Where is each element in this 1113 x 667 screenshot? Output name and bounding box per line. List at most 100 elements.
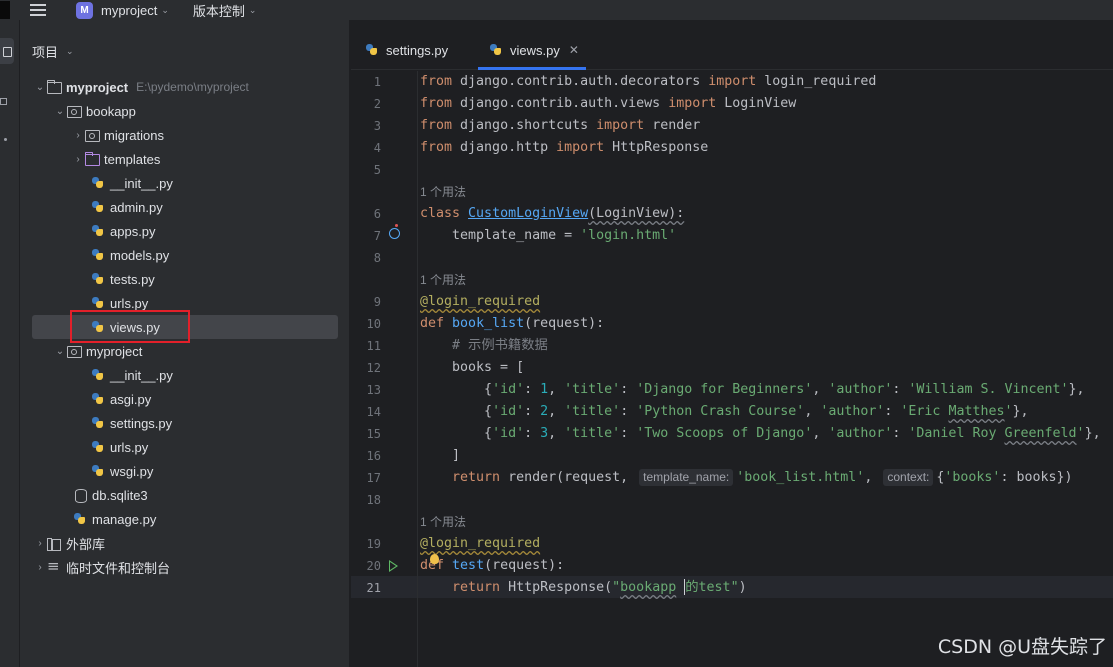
- tree-item-label: bookapp: [86, 103, 136, 119]
- line-number: 4: [373, 141, 381, 155]
- tree-item-file[interactable]: db.sqlite3: [20, 483, 350, 507]
- usage-hint[interactable]: 1 个用法: [420, 269, 466, 291]
- chevron-right-icon[interactable]: ›: [72, 154, 84, 165]
- main-menu-icon[interactable]: [30, 4, 46, 16]
- editor: settings.py views.py ✕ 1 2 3 4 5 6 7 8 9…: [351, 20, 1113, 667]
- python-file-icon: [90, 368, 106, 382]
- code-line[interactable]: {'id': 2, 'title': 'Python Crash Course'…: [420, 401, 1029, 423]
- tree-item-label: __init__.py: [110, 175, 173, 191]
- project-panel-header[interactable]: 项目 ⌄: [32, 42, 74, 61]
- chevron-down-icon[interactable]: ⌄: [54, 346, 66, 357]
- tab-label: settings.py: [386, 42, 449, 58]
- tree-item-external-libraries[interactable]: › 外部库: [20, 531, 350, 555]
- code-line[interactable]: books = [: [420, 357, 524, 379]
- chevron-down-icon[interactable]: ⌄: [249, 5, 257, 16]
- database-icon: [72, 488, 88, 503]
- code-line[interactable]: @login_required: [420, 291, 540, 313]
- tree-item-bookapp[interactable]: ⌄ bookapp: [20, 99, 350, 123]
- code-line[interactable]: # 示例书籍数据: [420, 335, 548, 357]
- editor-tab-bar: settings.py views.py ✕: [351, 20, 1113, 70]
- line-number: 14: [366, 405, 381, 419]
- usage-hint[interactable]: 1 个用法: [420, 181, 466, 203]
- code-line[interactable]: from django.http import HttpResponse: [420, 137, 708, 159]
- code-line[interactable]: {'id': 1, 'title': 'Django for Beginners…: [420, 379, 1085, 401]
- gutter-separator: [417, 71, 418, 667]
- code-line[interactable]: @login_required: [420, 533, 540, 555]
- tab-settings-py[interactable]: settings.py: [364, 38, 448, 62]
- line-number: 13: [366, 383, 381, 397]
- code-line[interactable]: from django.contrib.auth.views import Lo…: [420, 93, 796, 115]
- tree-item-migrations[interactable]: › migrations: [20, 123, 350, 147]
- code-line[interactable]: class CustomLoginView(LoginView):: [420, 203, 684, 225]
- tab-views-py[interactable]: views.py ✕: [488, 38, 579, 62]
- python-file-icon: [90, 224, 106, 238]
- python-file-icon: [90, 464, 106, 478]
- tree-item-file[interactable]: asgi.py: [20, 387, 350, 411]
- line-number: 6: [373, 207, 381, 221]
- folder-icon: [46, 80, 62, 94]
- title-bar: M myproject ⌄ 版本控制 ⌄: [0, 0, 1113, 20]
- run-icon[interactable]: [389, 560, 398, 572]
- structure-tool-icon[interactable]: [0, 98, 7, 105]
- tree-item-label: asgi.py: [110, 391, 152, 407]
- project-switcher[interactable]: myproject: [101, 3, 157, 18]
- line-number: 3: [373, 119, 381, 133]
- package-folder-icon: [66, 104, 82, 118]
- python-file-icon: [90, 392, 106, 406]
- tree-item-file[interactable]: admin.py: [20, 195, 350, 219]
- chevron-down-icon[interactable]: ⌄: [54, 106, 66, 117]
- lightbulb-icon[interactable]: [430, 554, 439, 564]
- tree-item-myproject[interactable]: ⌄ myproject: [20, 339, 350, 363]
- tree-item-file[interactable]: wsgi.py: [20, 459, 350, 483]
- tree-item-file[interactable]: apps.py: [20, 219, 350, 243]
- chevron-right-icon[interactable]: ›: [34, 562, 46, 573]
- line-number: 17: [366, 471, 381, 485]
- tree-item-file[interactable]: tests.py: [20, 267, 350, 291]
- tree-item-scratches[interactable]: › 临时文件和控制台: [20, 555, 350, 579]
- scratches-icon: [46, 557, 62, 575]
- tree-item-label: manage.py: [92, 511, 157, 527]
- tree-item-file[interactable]: __init__.py: [20, 363, 350, 387]
- more-tools-icon[interactable]: [4, 138, 7, 141]
- tree-item-label: wsgi.py: [110, 463, 154, 479]
- code-line-current[interactable]: return HttpResponse("bookapp 的test"): [420, 577, 747, 599]
- line-number: 9: [373, 295, 381, 309]
- python-file-icon: [90, 248, 106, 262]
- code-line[interactable]: from django.contrib.auth.decorators impo…: [420, 71, 876, 93]
- tree-item-root[interactable]: ⌄ myproject E:\pydemo\myproject: [20, 75, 350, 99]
- code-line[interactable]: def test(request):: [420, 555, 564, 577]
- code-line[interactable]: from django.shortcuts import render: [420, 115, 700, 137]
- tree-item-label: urls.py: [110, 295, 149, 311]
- vcs-menu[interactable]: 版本控制: [193, 1, 245, 20]
- chevron-down-icon[interactable]: ⌄: [161, 5, 169, 16]
- tree-item-label: myproject: [66, 79, 129, 95]
- tree-item-label: __init__.py: [110, 367, 173, 383]
- usage-hint[interactable]: 1 个用法: [420, 511, 466, 533]
- code-line[interactable]: def book_list(request):: [420, 313, 604, 335]
- code-line[interactable]: {'id': 3, 'title': 'Two Scoops of Django…: [420, 423, 1101, 445]
- python-file-icon: [90, 440, 106, 454]
- close-icon[interactable]: ✕: [569, 43, 579, 57]
- tree-item-file[interactable]: settings.py: [20, 411, 350, 435]
- project-path: E:\pydemo\myproject: [136, 80, 249, 94]
- tree-item-file[interactable]: manage.py: [20, 507, 350, 531]
- chevron-right-icon[interactable]: ›: [72, 130, 84, 141]
- tree-item-templates[interactable]: › templates: [20, 147, 350, 171]
- line-number: 1: [373, 75, 381, 89]
- project-badge[interactable]: M: [76, 1, 93, 19]
- chevron-right-icon[interactable]: ›: [34, 538, 46, 549]
- chevron-down-icon[interactable]: ⌄: [34, 82, 46, 93]
- tree-item-file[interactable]: urls.py: [20, 435, 350, 459]
- tree-item-file[interactable]: models.py: [20, 243, 350, 267]
- code-line[interactable]: template_name = 'login.html': [420, 225, 676, 247]
- tree-item-label: tests.py: [110, 271, 155, 287]
- project-tool-icon[interactable]: [0, 38, 14, 64]
- code-line[interactable]: ]: [420, 445, 460, 467]
- tree-item-file[interactable]: __init__.py: [20, 171, 350, 195]
- tree-item-label: 外部库: [66, 536, 106, 552]
- project-panel-title: 项目: [32, 45, 59, 60]
- chevron-down-icon[interactable]: ⌄: [66, 46, 74, 57]
- library-icon: [46, 536, 62, 551]
- code-line[interactable]: return render(request, template_name:'bo…: [420, 467, 1073, 489]
- overrides-method-icon[interactable]: [389, 224, 400, 239]
